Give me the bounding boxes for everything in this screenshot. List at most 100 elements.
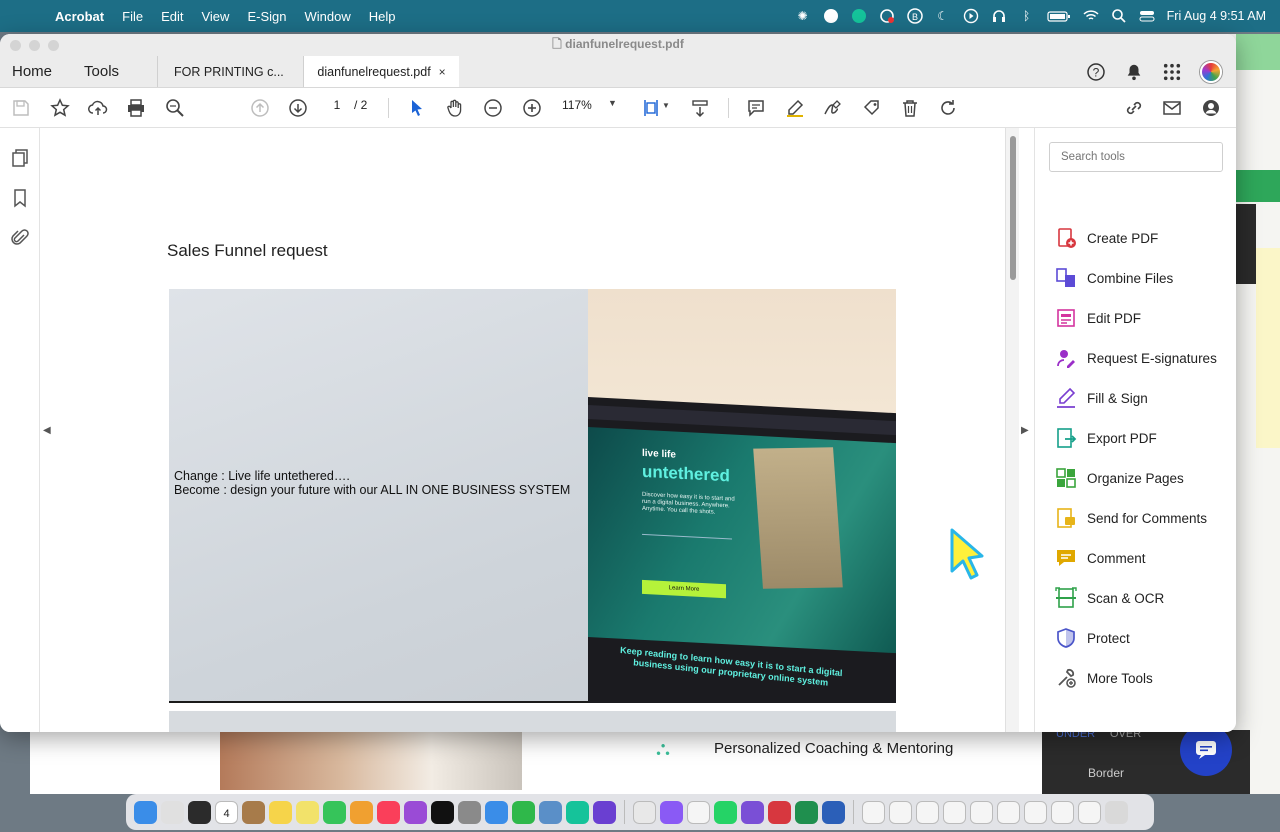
menu-file[interactable]: File [113, 9, 152, 24]
notes-icon[interactable] [269, 800, 292, 824]
tool-create-pdf[interactable]: Create PDF [1055, 226, 1158, 250]
headphones-icon[interactable] [991, 8, 1007, 24]
doc-thumb-7[interactable] [1024, 800, 1047, 824]
highlight-pen-icon[interactable] [784, 97, 806, 119]
previous-page-icon[interactable] [249, 97, 271, 119]
save-icon[interactable] [10, 97, 32, 119]
share-user-icon[interactable] [1200, 97, 1222, 119]
help-icon[interactable]: ? [1086, 62, 1106, 82]
moon-icon[interactable]: ☾ [935, 8, 951, 24]
control-center-icon[interactable] [1139, 8, 1155, 24]
tag-edit-icon[interactable] [861, 97, 883, 119]
vpn-icon[interactable] [512, 800, 535, 824]
activity-icon[interactable] [687, 800, 710, 824]
menu-clock[interactable]: Fri Aug 4 9:51 AM [1167, 9, 1266, 23]
mission-control-icon[interactable] [188, 800, 211, 824]
hand-tool-icon[interactable] [444, 97, 466, 119]
viber-icon[interactable] [823, 8, 839, 24]
play-icon[interactable] [963, 8, 979, 24]
user-avatar[interactable] [1200, 60, 1222, 83]
add-comment-icon[interactable] [745, 97, 767, 119]
preview-icon[interactable] [539, 800, 562, 824]
menu-esign[interactable]: E-Sign [238, 9, 295, 24]
menu-help[interactable]: Help [360, 9, 405, 24]
tool-comment[interactable]: Comment [1055, 546, 1146, 570]
delete-trash-icon[interactable] [899, 97, 921, 119]
brightness-icon[interactable]: ✺ [795, 8, 811, 24]
draw-signature-icon[interactable] [822, 97, 844, 119]
bookmark-star-icon[interactable] [49, 97, 71, 119]
tool-scan-ocr[interactable]: Scan & OCR [1055, 586, 1164, 610]
attachments-icon[interactable] [10, 228, 30, 248]
doc-thumb-3[interactable] [916, 800, 939, 824]
whatsapp-icon[interactable] [714, 800, 737, 824]
facetime-icon[interactable] [323, 800, 346, 824]
bookmarks-icon[interactable] [10, 188, 30, 208]
excel-icon[interactable] [795, 800, 818, 824]
stickies-icon[interactable] [296, 800, 319, 824]
zoom-out-icon[interactable] [482, 97, 504, 119]
menu-view[interactable]: View [192, 9, 238, 24]
tool-combine-files[interactable]: Combine Files [1055, 266, 1173, 290]
tool-request-e-signatures[interactable]: Request E-signatures [1055, 346, 1217, 370]
acrobat-icon[interactable] [768, 800, 791, 824]
screen-share-icon[interactable] [879, 8, 895, 24]
calendar-icon[interactable]: 4 [215, 800, 238, 824]
doc-thumb-6[interactable] [997, 800, 1020, 824]
trash-icon[interactable] [1105, 800, 1128, 824]
menu-window[interactable]: Window [295, 9, 359, 24]
tool-more-tools[interactable]: More Tools [1055, 666, 1153, 690]
doc-thumb-2[interactable] [889, 800, 912, 824]
doc-thumb-1[interactable] [862, 800, 885, 824]
notifications-bell-icon[interactable] [1124, 62, 1144, 82]
page-thumbnails-icon[interactable] [10, 148, 30, 168]
collapse-left-pane-icon[interactable]: ◀ [43, 425, 51, 436]
doc-thumb-4[interactable] [943, 800, 966, 824]
photos-icon[interactable] [350, 800, 373, 824]
viber-dock-icon[interactable] [741, 800, 764, 824]
next-page-icon[interactable] [287, 97, 309, 119]
tool-send-for-comments[interactable]: Send for Comments [1055, 506, 1207, 530]
launchpad-icon[interactable] [161, 800, 184, 824]
music-icon[interactable] [377, 800, 400, 824]
wifi-icon[interactable] [1083, 8, 1099, 24]
finder-icon[interactable] [134, 800, 157, 824]
share-link-icon[interactable] [1123, 97, 1145, 119]
podcasts-icon[interactable] [404, 800, 427, 824]
tool-export-pdf[interactable]: Export PDF [1055, 426, 1157, 450]
doc-thumb-8[interactable] [1051, 800, 1074, 824]
scroll-mode-icon[interactable] [689, 97, 711, 119]
doc-thumb-5[interactable] [970, 800, 993, 824]
tool-organize-pages[interactable]: Organize Pages [1055, 466, 1184, 490]
rotate-icon[interactable] [937, 97, 959, 119]
system-settings-icon[interactable] [458, 800, 481, 824]
imovie-icon[interactable] [593, 800, 616, 824]
spotlight-search-icon[interactable] [1111, 8, 1127, 24]
page-fit-chevron-icon[interactable]: ▼ [662, 101, 670, 110]
cloud-upload-icon[interactable] [87, 97, 109, 119]
tab-home[interactable]: Home [0, 56, 64, 87]
notes-brown-icon[interactable] [242, 800, 265, 824]
b-app-icon[interactable]: B [906, 8, 923, 24]
select-pointer-icon[interactable] [406, 97, 428, 119]
menu-app-name[interactable]: Acrobat [46, 9, 113, 24]
word-icon[interactable] [822, 800, 845, 824]
document-scrollbar[interactable] [1005, 128, 1019, 732]
search-tools-input[interactable] [1049, 142, 1223, 172]
page-fit-icon[interactable] [640, 97, 662, 119]
email-icon[interactable] [1161, 97, 1183, 119]
tab-document-printing[interactable]: FOR PRINTING c... [157, 56, 303, 87]
chrome-icon[interactable] [633, 800, 656, 824]
zoom-level-select[interactable]: 117% [562, 98, 592, 112]
scrollbar-thumb[interactable] [1010, 136, 1016, 280]
page-number-input[interactable]: 1 [322, 98, 352, 112]
tool-edit-pdf[interactable]: Edit PDF [1055, 306, 1141, 330]
close-tab-icon[interactable]: × [439, 65, 446, 79]
menu-edit[interactable]: Edit [152, 9, 192, 24]
collapse-right-pane-icon[interactable]: ▶ [1021, 425, 1029, 436]
tab-document-active[interactable]: dianfunelrequest.pdf × [303, 56, 460, 87]
apple-tv-icon[interactable] [431, 800, 454, 824]
zoom-in-icon[interactable] [521, 97, 543, 119]
print-icon[interactable] [125, 97, 147, 119]
grammarly-dock-icon[interactable] [566, 800, 589, 824]
